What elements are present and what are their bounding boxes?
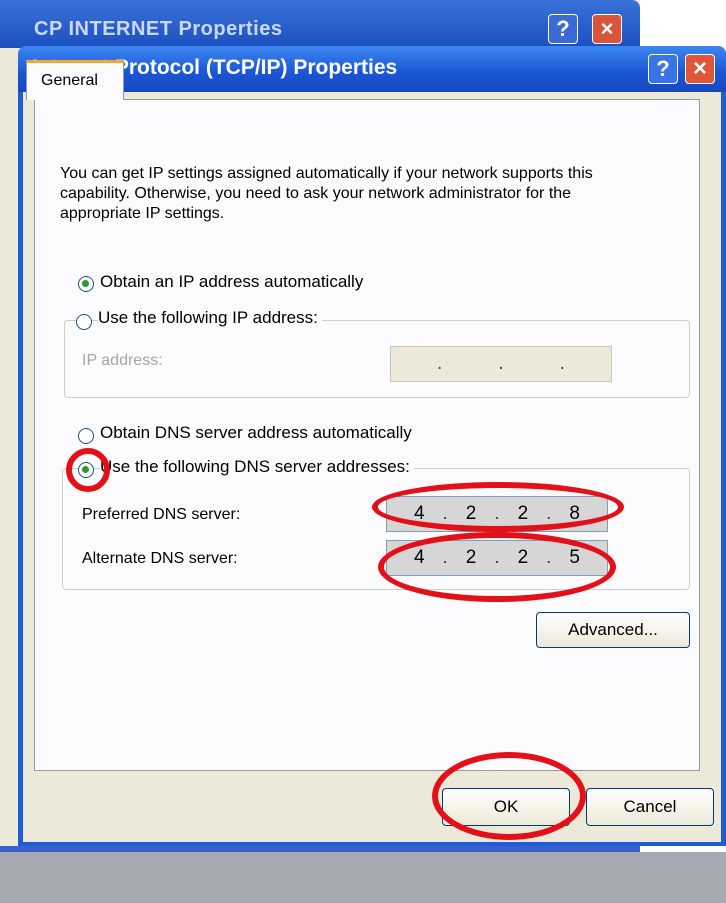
obtain-dns-auto-radio[interactable] — [78, 428, 94, 444]
alternate-dns-octet-3: 2 — [517, 547, 529, 568]
background-window-title: CP INTERNET Properties — [34, 18, 283, 40]
close-button[interactable]: × — [685, 54, 715, 84]
preferred-dns-octet-2: 2 — [465, 503, 477, 524]
advanced-button[interactable]: Advanced... — [536, 612, 690, 648]
dialog-titlebar[interactable]: Internet Protocol (TCP/IP) Properties ? … — [18, 46, 726, 92]
alternate-dns-octet-1: 4 — [413, 547, 425, 568]
octet-separator: . — [546, 547, 552, 568]
use-following-dns-radio[interactable] — [78, 462, 94, 478]
use-following-dns-label[interactable]: Use the following DNS server addresses: — [100, 457, 414, 477]
tab-general-label: General — [41, 72, 98, 89]
background-help-button[interactable]: ? — [548, 14, 578, 44]
ok-button[interactable]: OK — [442, 788, 570, 826]
use-following-ip-label[interactable]: Use the following IP address: — [98, 308, 322, 328]
preferred-dns-octet-1: 4 — [413, 503, 425, 524]
alternate-dns-octet-4: 5 — [569, 547, 580, 568]
octet-separator: . — [494, 547, 500, 568]
preferred-dns-octet-4: 8 — [569, 503, 580, 524]
preferred-dns-input[interactable]: 4 . 2 . 2 . 8 — [386, 496, 608, 532]
taskbar-area — [0, 852, 726, 903]
alternate-dns-input[interactable]: 4 . 2 . 2 . 5 — [386, 540, 608, 576]
preferred-dns-label: Preferred DNS server: — [82, 506, 241, 523]
tab-general[interactable]: General — [26, 60, 124, 100]
obtain-dns-auto-label[interactable]: Obtain DNS server address automatically — [100, 423, 412, 443]
use-following-ip-radio[interactable] — [76, 314, 92, 330]
ip-address-input[interactable]: . . . — [390, 346, 612, 382]
ip-address-label: IP address: — [82, 352, 163, 369]
help-button[interactable]: ? — [648, 54, 678, 84]
obtain-ip-auto-radio[interactable] — [78, 276, 94, 292]
alternate-dns-octet-2: 2 — [465, 547, 477, 568]
octet-separator: . — [494, 503, 500, 524]
intro-text: You can get IP settings assigned automat… — [60, 165, 593, 222]
alternate-dns-label: Alternate DNS server: — [82, 550, 238, 567]
cancel-button[interactable]: Cancel — [586, 788, 714, 826]
background-close-button[interactable]: × — [592, 14, 622, 44]
background-titlebar: CP INTERNET Properties ? × — [0, 0, 640, 48]
octet-separator: . — [546, 503, 552, 524]
obtain-ip-auto-label[interactable]: Obtain an IP address automatically — [100, 272, 363, 292]
octet-separator: . — [442, 547, 448, 568]
ip-octet-dot: . — [498, 353, 504, 374]
ip-octet-dot: . — [437, 353, 443, 374]
octet-separator: . — [442, 503, 448, 524]
preferred-dns-octet-3: 2 — [517, 503, 529, 524]
ip-octet-dot: . — [559, 353, 565, 374]
